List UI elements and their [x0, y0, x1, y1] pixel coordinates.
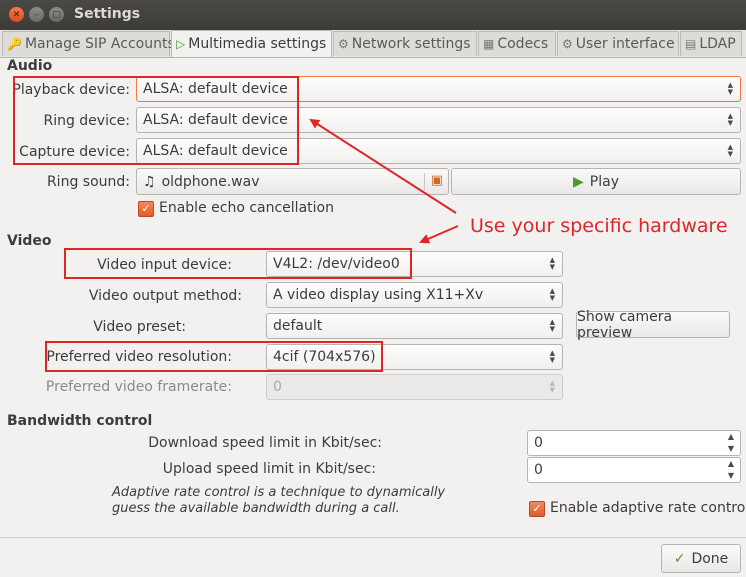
annotation-arrow-down: [419, 225, 459, 244]
annotation-arrow-up: [309, 118, 457, 214]
annotation-arrows: [309, 118, 459, 244]
